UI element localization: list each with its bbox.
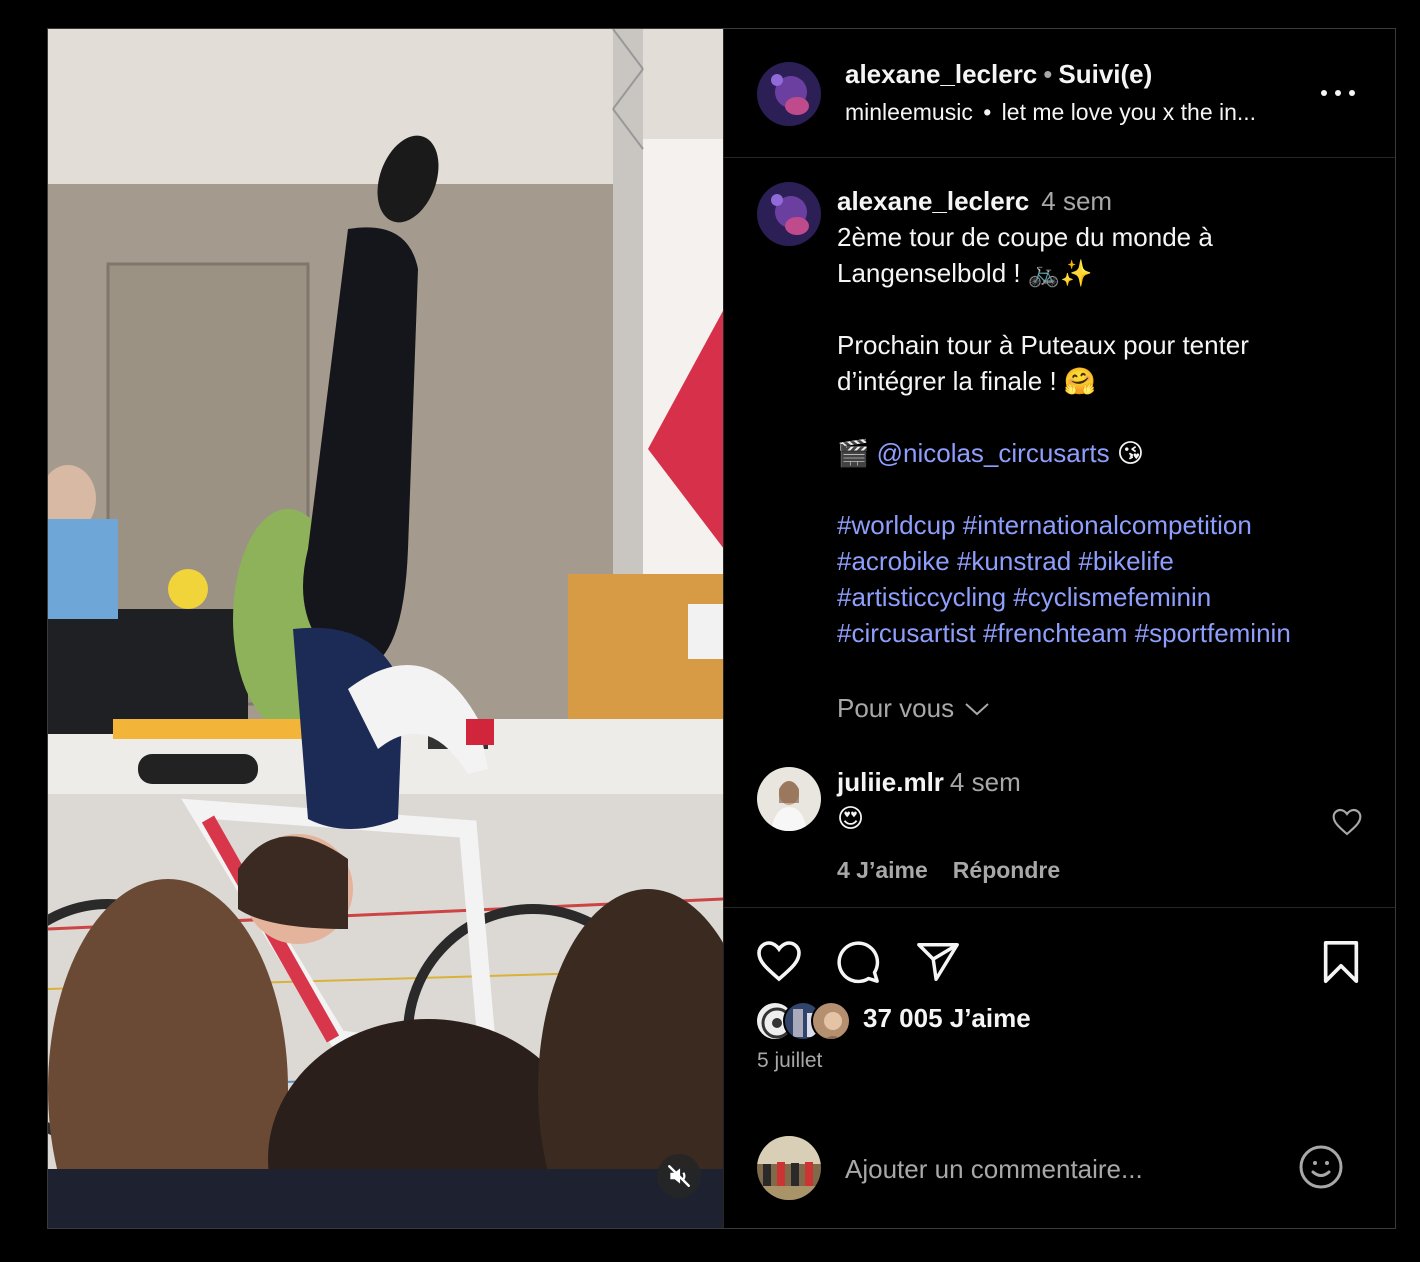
comment-likes-count[interactable]: 4 J’aime — [837, 857, 928, 884]
emoji-icon — [1299, 1145, 1343, 1189]
comment-actions: 4 J’aime Répondre — [837, 857, 1060, 884]
section-divider — [724, 907, 1395, 908]
comment-like-button[interactable] — [1331, 807, 1363, 842]
caption-author-avatar[interactable] — [757, 182, 821, 246]
hashtag-link[interactable]: #acrobike — [837, 546, 950, 576]
bookmark-icon — [1323, 941, 1359, 983]
audio-artist[interactable]: minleemusic — [845, 99, 973, 125]
likes-count[interactable]: 37 005 J’aime — [863, 1003, 1031, 1034]
hashtag-link[interactable]: #bikelife — [1078, 546, 1173, 576]
separator-dot: • — [1043, 59, 1053, 89]
clapper-emoji: 🎬 — [837, 438, 870, 468]
muted-speaker-icon — [668, 1165, 690, 1187]
liker-avatar — [811, 1001, 851, 1041]
post-modal: alexane_leclerc • Suivi(e) minleemusic • l… — [47, 28, 1396, 1229]
like-button[interactable] — [755, 939, 803, 988]
save-button[interactable] — [1320, 939, 1362, 990]
emoji-picker-button[interactable] — [1297, 1143, 1345, 1196]
post-date[interactable]: 5 juillet — [757, 1049, 822, 1073]
caption-line: Prochain tour à Puteaux pour tenter — [837, 330, 1249, 360]
hashtag-link[interactable]: #kunstrad — [957, 546, 1071, 576]
comment-text: 😍 — [837, 803, 865, 833]
audio-info[interactable]: minleemusic • let me love you x the in..… — [845, 99, 1300, 126]
more-icon — [1321, 90, 1327, 96]
reply-button[interactable]: Répondre — [953, 857, 1060, 884]
likers-avatars[interactable] — [755, 1001, 865, 1043]
hashtag-link[interactable]: #worldcup — [837, 510, 956, 540]
hashtag-link[interactable]: #artisticcycling — [837, 582, 1006, 612]
current-user-avatar — [757, 1136, 821, 1200]
caption-username[interactable]: alexane_leclerc — [837, 186, 1029, 216]
hashtag-link[interactable]: #sportfeminin — [1135, 618, 1291, 648]
author-avatar[interactable] — [757, 62, 821, 126]
author-line: alexane_leclerc • Suivi(e) — [845, 59, 1152, 90]
comment-icon — [837, 941, 880, 984]
caption-line: 2ème tour de coupe du monde à — [837, 222, 1213, 252]
mute-button[interactable] — [657, 1154, 701, 1198]
comment-header: juliie.mlr 4 sem — [837, 767, 1021, 798]
video-frame — [48, 29, 723, 1228]
hashtag-link[interactable]: #internationalcompetition — [963, 510, 1252, 540]
post-action-bar — [755, 939, 1365, 985]
for-you-label: Pour vous — [837, 693, 955, 723]
mention-link[interactable]: @nicolas_circusarts — [877, 438, 1110, 468]
comment-time[interactable]: 4 sem — [950, 767, 1021, 797]
post-caption: alexane_leclerc 4 sem 2ème tour de coupe … — [837, 183, 1377, 651]
caption-line: d’intégrer la finale ! 🤗 — [837, 366, 1097, 396]
audio-track[interactable]: let me love you x the in... — [1002, 99, 1256, 125]
hashtag-link[interactable]: #cyclismefeminin — [1013, 582, 1211, 612]
author-username[interactable]: alexane_leclerc — [845, 59, 1037, 89]
more-options-button[interactable] — [1321, 87, 1355, 99]
for-you-dropdown[interactable]: Pour vous — [837, 693, 990, 724]
caption-line: Langenselbold ! 🚲✨ — [837, 258, 1093, 288]
commenter-username[interactable]: juliie.mlr — [837, 767, 944, 797]
heart-icon — [757, 941, 801, 982]
hashtag-link[interactable]: #circusartist — [837, 618, 976, 648]
share-button[interactable] — [915, 939, 961, 990]
comment-button[interactable] — [835, 939, 881, 990]
post-header: alexane_leclerc • Suivi(e) minleemusic • l… — [724, 29, 1395, 158]
heart-icon — [1332, 808, 1362, 836]
commenter-avatar[interactable] — [757, 767, 821, 831]
post-details-panel: alexane_leclerc • Suivi(e) minleemusic • l… — [723, 29, 1395, 1228]
post-video[interactable] — [48, 29, 723, 1228]
audio-separator: • — [983, 99, 992, 125]
add-comment-input[interactable] — [845, 1149, 1265, 1189]
chevron-down-icon — [965, 702, 989, 715]
send-icon — [917, 943, 959, 981]
hashtag-link[interactable]: #frenchteam — [983, 618, 1128, 648]
follow-status-button[interactable]: Suivi(e) — [1058, 59, 1152, 89]
caption-time[interactable]: 4 sem — [1041, 186, 1112, 216]
kiss-emoji: 😘 — [1116, 438, 1144, 468]
